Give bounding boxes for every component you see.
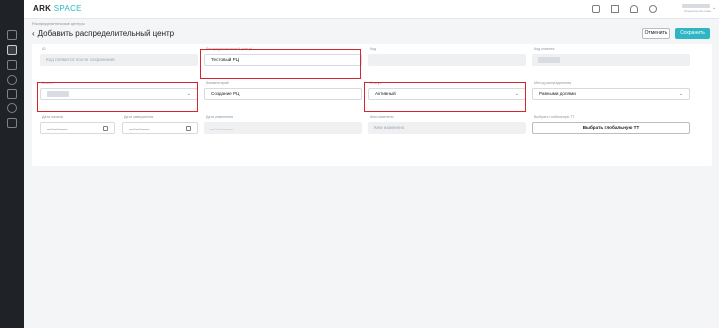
warehouse-icon[interactable] (7, 45, 17, 55)
method-field: Метод распределения Равными долями ⌄ (532, 81, 690, 101)
client-code-input (532, 54, 690, 66)
end-date-field: Дата завершения __.__.____ (122, 115, 198, 135)
calendar-icon[interactable] (103, 126, 108, 131)
apps-grid-icon[interactable] (611, 5, 619, 13)
comment-label: Комментарий (206, 81, 229, 85)
changed-by-input: Кем изменено (368, 122, 526, 134)
document-icon[interactable] (7, 118, 17, 128)
logo-accent: SPACE (53, 4, 82, 13)
translate-icon[interactable] (592, 5, 600, 13)
id-label: ID (42, 47, 46, 51)
app-window: ARK SPACE Оператор сис-темы ⌄ Распредели… (0, 0, 719, 328)
client-code-field: Код клиента (532, 47, 690, 67)
changed-by-field: Кем изменено Кем изменено (368, 115, 526, 135)
settings-icon[interactable] (7, 75, 17, 85)
app-logo[interactable]: ARK SPACE (33, 4, 82, 13)
start-date-field: Дата начала __.__.____ (40, 115, 115, 135)
user-name-redacted (682, 4, 710, 8)
bell-icon[interactable] (630, 5, 638, 13)
change-date-label: Дата изменения (206, 115, 234, 119)
chevron-down-icon[interactable]: ⌄ (712, 5, 716, 11)
method-select[interactable]: Равными долями ⌄ (532, 88, 690, 100)
changed-by-label: Кем изменено (370, 115, 394, 119)
list-icon[interactable] (7, 89, 17, 99)
start-date-value: __.__.____ (47, 125, 67, 130)
chevron-down-icon: ⌄ (678, 91, 683, 97)
grid-icon[interactable] (7, 30, 17, 40)
end-date-label: Дата завершения (124, 115, 154, 119)
client-code-redacted (538, 57, 560, 63)
cancel-button[interactable]: Отменить (642, 28, 670, 39)
code-input (368, 54, 526, 66)
calendar-icon[interactable] (186, 126, 191, 131)
highlight-client-field (37, 82, 198, 112)
method-label: Метод распределения (534, 81, 572, 85)
global-tt-field: Выбрать глобальную ТТ Выбрать глобальную… (532, 115, 690, 135)
start-date-label: Дата начала (42, 115, 63, 119)
code-label: Код (370, 47, 377, 51)
page-title: Добавить распределительный центр (37, 29, 175, 38)
compass-icon[interactable] (649, 5, 657, 13)
box-icon[interactable] (7, 60, 17, 70)
comment-input[interactable]: Создание РЦ (204, 88, 362, 100)
page-title-row: ‹ Добавить распределительный центр (32, 29, 174, 38)
user-menu[interactable]: Оператор сис-темы ⌄ (682, 3, 716, 15)
id-input: Код появится после сохранения (40, 54, 198, 66)
save-button[interactable]: Сохранить (675, 28, 710, 39)
back-arrow-icon[interactable]: ‹ (32, 29, 35, 38)
comment-field: Комментарий Создание РЦ (204, 81, 362, 101)
code-field: Код (368, 47, 526, 67)
highlight-dc-field (200, 49, 361, 79)
highlight-status-field (364, 82, 526, 112)
breadcrumb[interactable]: Распределительные центры (32, 21, 85, 26)
left-sidebar (0, 0, 24, 328)
change-date-field: Дата изменения __.__.____ (204, 115, 362, 135)
change-date-input: __.__.____ (204, 122, 362, 134)
start-date-input[interactable]: __.__.____ (40, 122, 115, 134)
logo-main: ARK (33, 4, 52, 13)
user-role: Оператор сис-темы (684, 9, 712, 13)
end-date-value: __.__.____ (129, 125, 149, 130)
clock-icon[interactable] (7, 103, 17, 113)
client-code-label: Код клиента (534, 47, 555, 51)
select-global-tt-button[interactable]: Выбрать глобальную ТТ (532, 122, 690, 134)
end-date-input[interactable]: __.__.____ (122, 122, 198, 134)
id-field: ID Код появится после сохранения (40, 47, 198, 67)
top-bar: ARK SPACE Оператор сис-темы ⌄ (24, 0, 719, 19)
main-content: Распределительные центры ‹ Добавить распр… (24, 19, 719, 328)
method-value: Равными долями (539, 91, 576, 96)
global-tt-label: Выбрать глобальную ТТ (534, 115, 575, 119)
